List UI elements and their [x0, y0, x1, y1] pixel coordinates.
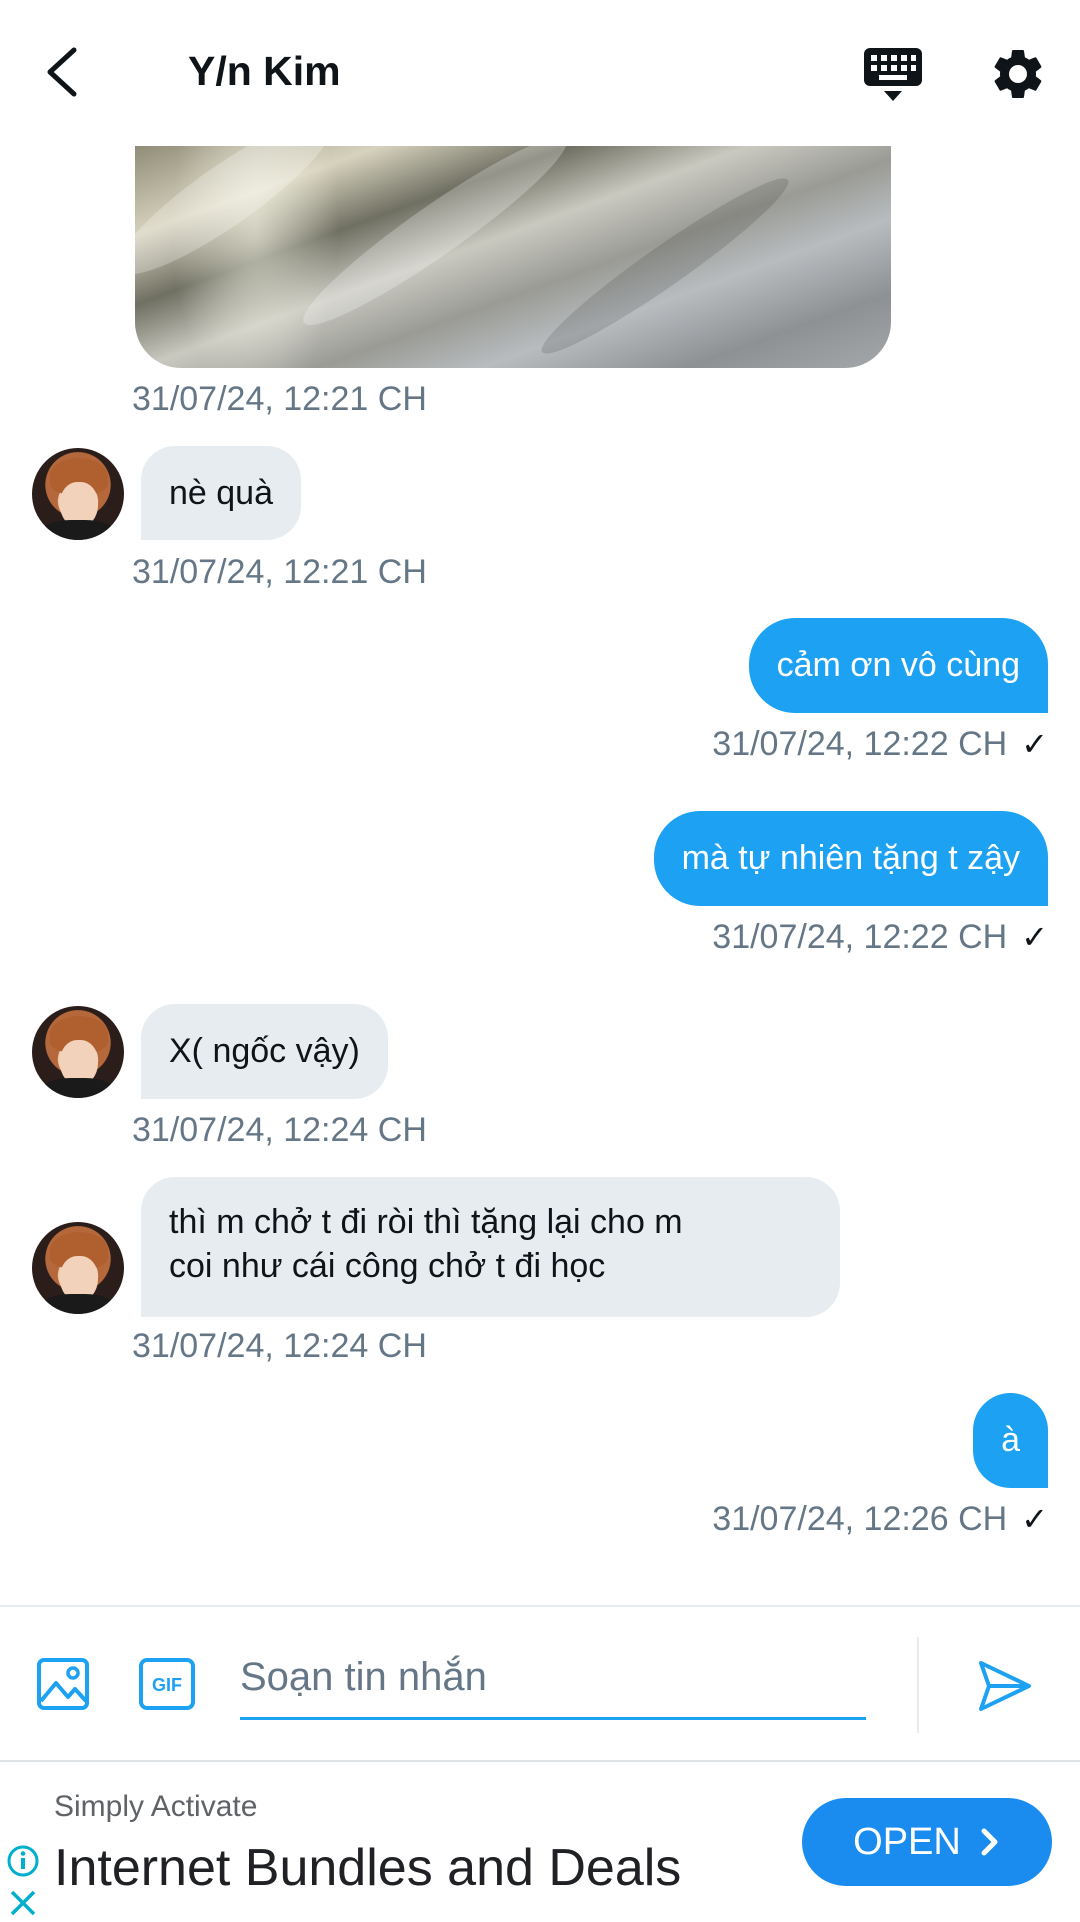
message-timestamp: 31/07/24, 12:21 CH [132, 553, 427, 591]
gif-icon: GIF [139, 1658, 195, 1710]
chevron-right-icon [981, 1828, 998, 1856]
ad-open-button[interactable]: OPEN [802, 1798, 1052, 1886]
message-timestamp-row: 31/07/24, 12:22 CH ✓ [712, 918, 1048, 957]
message-line: coi như cái công chở t đi học [169, 1247, 606, 1285]
message-line: thì m chở t đi ròi thì tặng lại cho m [169, 1203, 683, 1241]
message-timestamp-row: 31/07/24, 12:22 CH ✓ [712, 725, 1048, 764]
message-timestamp: 31/07/24, 12:24 CH [132, 1111, 427, 1149]
conversation-title[interactable]: Y/n Kim [188, 48, 341, 95]
back-button[interactable] [36, 42, 96, 102]
message-timestamp: 31/07/24, 12:22 CH [712, 918, 1008, 956]
attach-gif-button[interactable]: GIF [138, 1657, 196, 1711]
send-button[interactable] [976, 1657, 1034, 1715]
message-timestamp: 31/07/24, 12:26 CH [712, 1500, 1008, 1538]
svg-text:GIF: GIF [152, 1675, 182, 1695]
outgoing-message-bubble[interactable]: mà tự nhiên tặng t zậy [653, 811, 1048, 906]
outgoing-message-bubble[interactable]: à [973, 1393, 1048, 1488]
sent-check-icon: ✓ [1021, 919, 1048, 955]
avatar[interactable] [32, 448, 124, 540]
attach-image-button[interactable] [36, 1657, 90, 1711]
settings-button[interactable] [988, 44, 1048, 104]
conversation-header: Y/n Kim [0, 0, 1080, 145]
avatar[interactable] [32, 1006, 124, 1098]
ad-info-icon[interactable] [6, 1844, 40, 1878]
ad-headline[interactable]: Internet Bundles and Deals [54, 1838, 681, 1898]
message-composer: GIF [0, 1605, 1080, 1759]
gear-icon [994, 49, 1042, 98]
ad-advertiser: Simply Activate [54, 1790, 258, 1823]
message-timestamp: 31/07/24, 12:21 CH [132, 380, 427, 418]
image-message[interactable] [135, 146, 891, 368]
incoming-message-bubble[interactable]: thì m chở t đi ròi thì tặng lại cho m co… [141, 1177, 840, 1317]
composer-divider [917, 1637, 919, 1733]
message-timestamp: 31/07/24, 12:22 CH [712, 725, 1008, 763]
message-timestamp: 31/07/24, 12:24 CH [132, 1327, 427, 1365]
outgoing-message-bubble[interactable]: cảm ơn vô cùng [748, 618, 1048, 713]
incoming-message-bubble[interactable]: X( ngốc vậy) [141, 1004, 388, 1099]
avatar[interactable] [32, 1222, 124, 1314]
send-icon [979, 1661, 1031, 1711]
message-input[interactable] [240, 1637, 866, 1720]
incoming-message-bubble[interactable]: nè quà [141, 446, 301, 540]
sent-check-icon: ✓ [1021, 726, 1048, 762]
sent-check-icon: ✓ [1021, 1501, 1048, 1537]
keyboard-icon [864, 48, 922, 101]
keyboard-button[interactable] [862, 44, 924, 106]
back-arrow-icon [47, 47, 77, 97]
ad-close-icon[interactable] [6, 1886, 40, 1920]
image-icon [37, 1658, 89, 1710]
ad-open-label: OPEN [853, 1820, 961, 1863]
ad-banner[interactable]: Simply Activate Internet Bundles and Dea… [0, 1760, 1080, 1922]
message-timestamp-row: 31/07/24, 12:26 CH ✓ [712, 1500, 1048, 1539]
